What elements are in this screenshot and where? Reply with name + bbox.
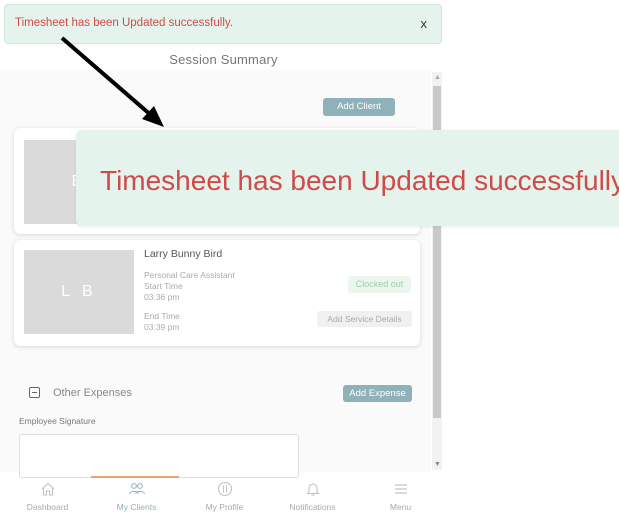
annotation-arrow-icon: [60, 36, 164, 127]
